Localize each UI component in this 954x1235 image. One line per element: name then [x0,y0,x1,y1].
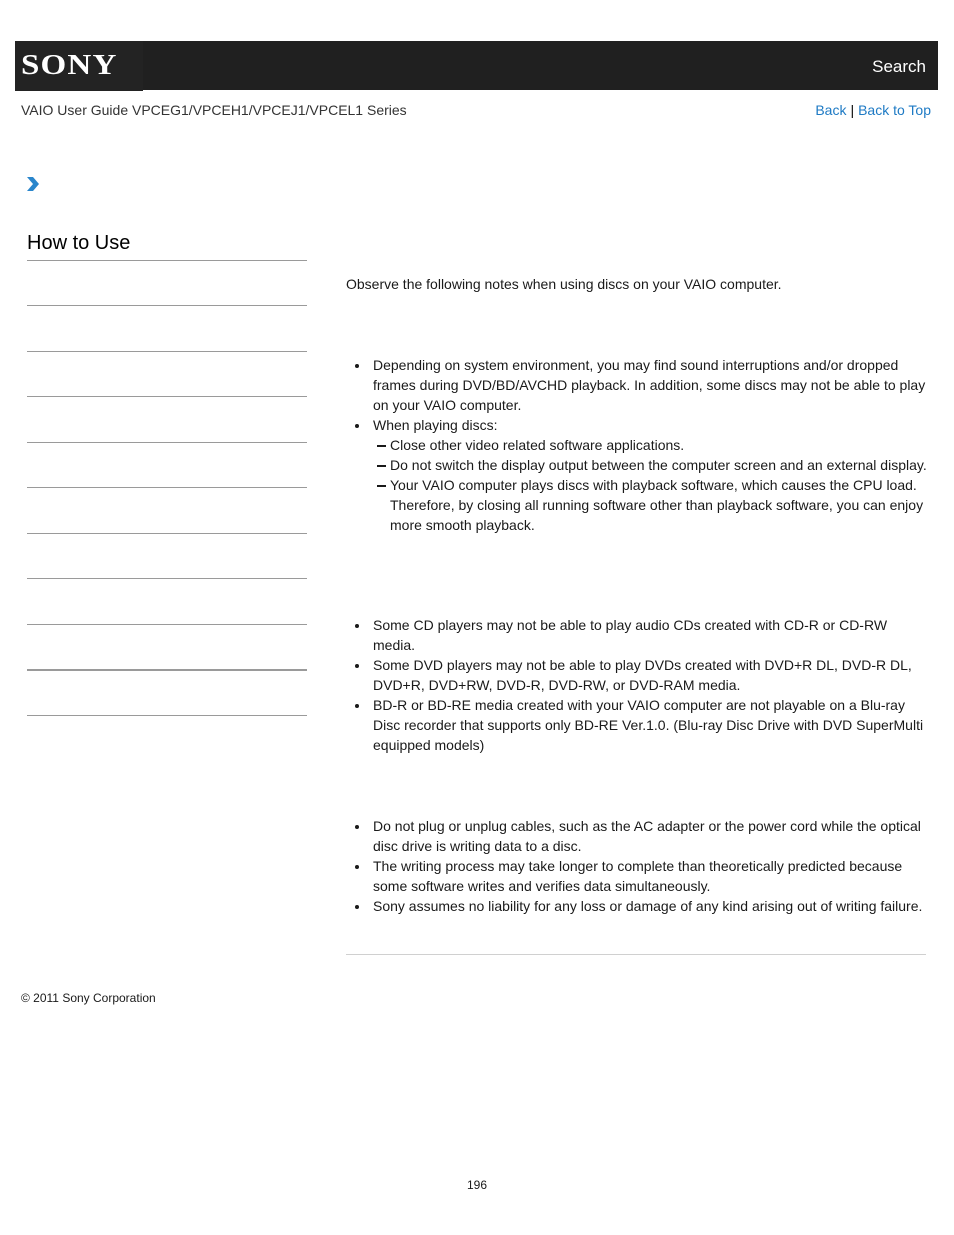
content-divider [346,954,926,955]
writing-notes: Do not plug or unplug cables, such as th… [346,816,928,916]
copyright: © 2011 Sony Corporation [21,991,156,1005]
chevron-right-icon[interactable] [26,176,40,192]
sidebar-title: How to Use [27,232,131,254]
sidebar-item[interactable] [27,396,307,397]
page-number: 196 [466,1178,488,1192]
sidebar-title-divider [27,260,307,261]
header-bar [15,41,938,90]
sony-logo[interactable]: SONY [15,41,143,91]
list-item-text: When playing discs: [373,417,498,433]
back-to-top-link[interactable]: Back to Top [858,102,931,118]
sub-list-item: Do not switch the display output between… [373,455,928,475]
nav-separator: | [850,102,855,118]
sub-list-item: Close other video related software appli… [373,435,928,455]
sidebar-item-active[interactable] [27,669,307,671]
guide-title: VAIO User Guide VPCEG1/VPCEH1/VPCEJ1/VPC… [21,102,407,118]
list-item: Sony assumes no liability for any loss o… [346,896,928,916]
sidebar-item[interactable] [27,305,307,306]
back-link[interactable]: Back [815,102,846,118]
sidebar-item[interactable] [27,487,307,488]
intro-text: Observe the following notes when using d… [346,276,782,292]
list-item: Some CD players may not be able to play … [346,615,928,655]
sub-list-item: Your VAIO computer plays discs with play… [373,475,928,535]
sidebar-item[interactable] [27,351,307,352]
list-item: BD-R or BD-RE media created with your VA… [346,695,928,755]
playback-notes: Depending on system environment, you may… [346,355,928,535]
sidebar-item[interactable] [27,533,307,534]
list-item: Do not plug or unplug cables, such as th… [346,816,928,856]
list-item: When playing discs: Close other video re… [346,415,928,535]
list-item: The writing process may take longer to c… [346,856,928,896]
top-nav: Back | Back to Top [815,102,931,118]
sony-logo-text: SONY [21,50,118,81]
sidebar-item[interactable] [27,578,307,579]
list-item: Some DVD players may not be able to play… [346,655,928,695]
search-link[interactable]: Search [872,57,926,77]
sidebar-item[interactable] [27,624,307,625]
sidebar-item[interactable] [27,715,307,716]
sidebar-item[interactable] [27,442,307,443]
list-item: Depending on system environment, you may… [346,355,928,415]
compatibility-notes: Some CD players may not be able to play … [346,615,928,755]
